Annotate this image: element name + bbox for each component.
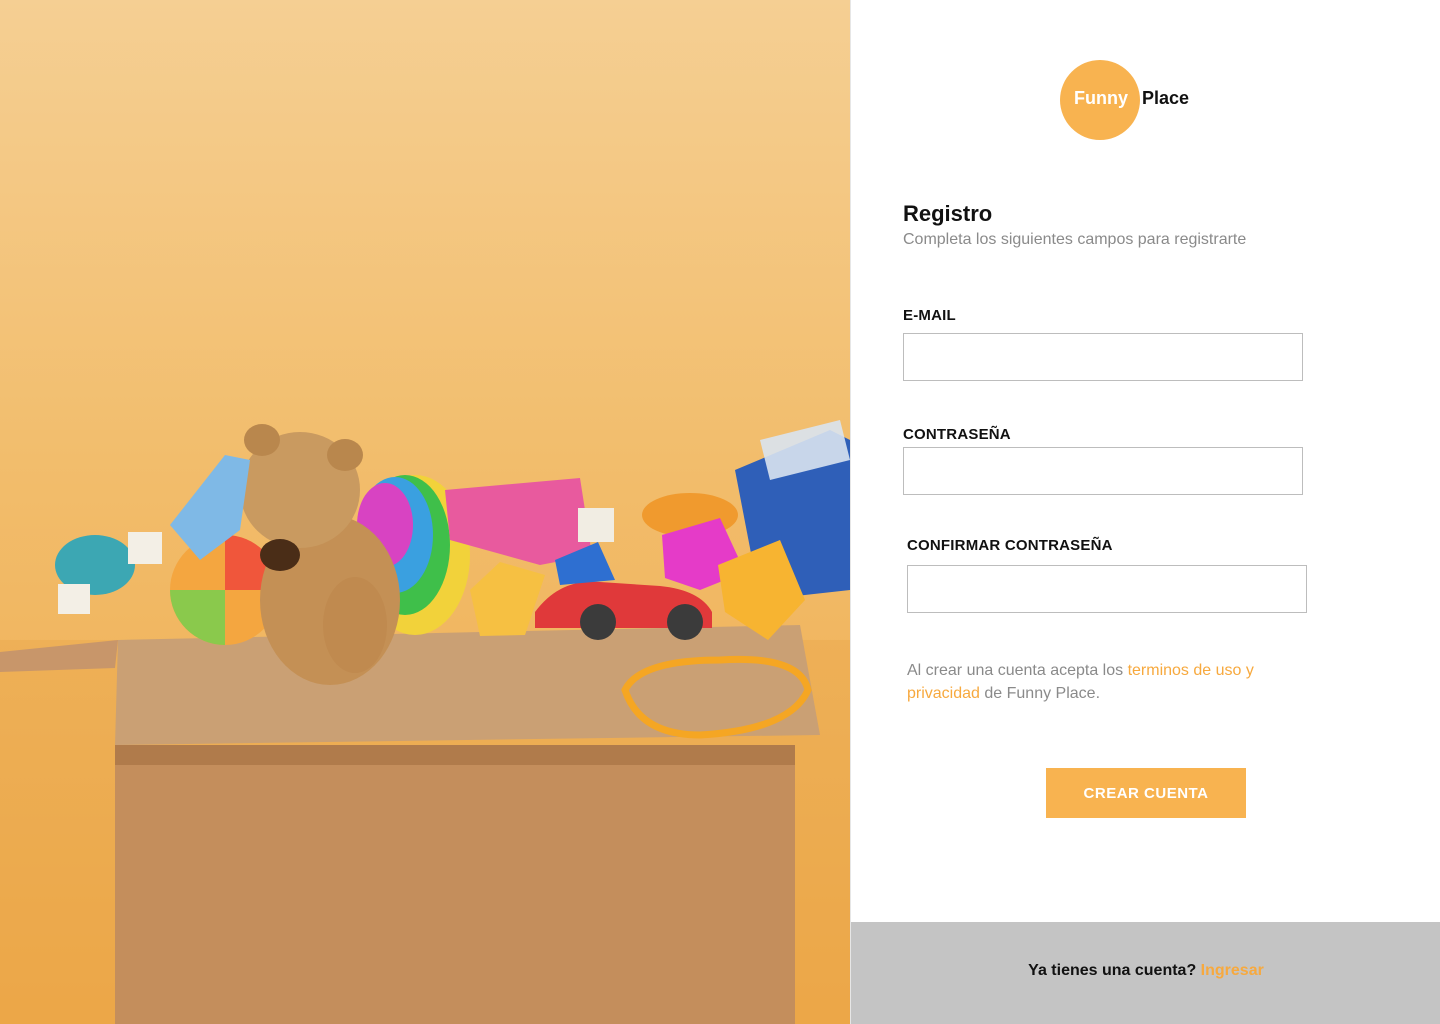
brand-logo[interactable]: Funny Place <box>1060 60 1220 140</box>
password-field[interactable] <box>903 447 1303 495</box>
confirm-password-label: CONFIRMAR CONTRASEÑA <box>907 537 1113 554</box>
create-account-button[interactable]: CREAR CUENTA <box>1046 768 1246 818</box>
login-prompt: Ya tienes una cuenta? Ingresar <box>851 962 1440 980</box>
terms-suffix: de Funny Place. <box>979 685 1101 702</box>
hero-image <box>0 0 850 1024</box>
email-field[interactable] <box>903 333 1303 381</box>
confirm-password-field[interactable] <box>907 565 1307 613</box>
logo-word-funny: Funny <box>1074 88 1128 108</box>
login-footer: Ya tienes una cuenta? Ingresar <box>851 922 1440 1024</box>
password-label: CONTRASEÑA <box>903 426 1011 443</box>
logo-word-place: Place <box>1142 88 1190 108</box>
login-prompt-text: Ya tienes una cuenta? <box>1028 962 1201 979</box>
terms-prefix: Al crear una cuenta acepta los <box>907 662 1128 679</box>
register-panel: Funny Place Registro Completa los siguie… <box>850 0 1440 1024</box>
terms-text: Al crear una cuenta acepta los terminos … <box>907 659 1287 705</box>
login-link[interactable]: Ingresar <box>1201 962 1264 979</box>
page-title: Registro <box>903 201 993 226</box>
email-label: E-MAIL <box>903 307 956 324</box>
toy-box-illustration <box>0 420 850 1024</box>
page-subtitle: Completa los siguientes campos para regi… <box>903 231 1247 248</box>
